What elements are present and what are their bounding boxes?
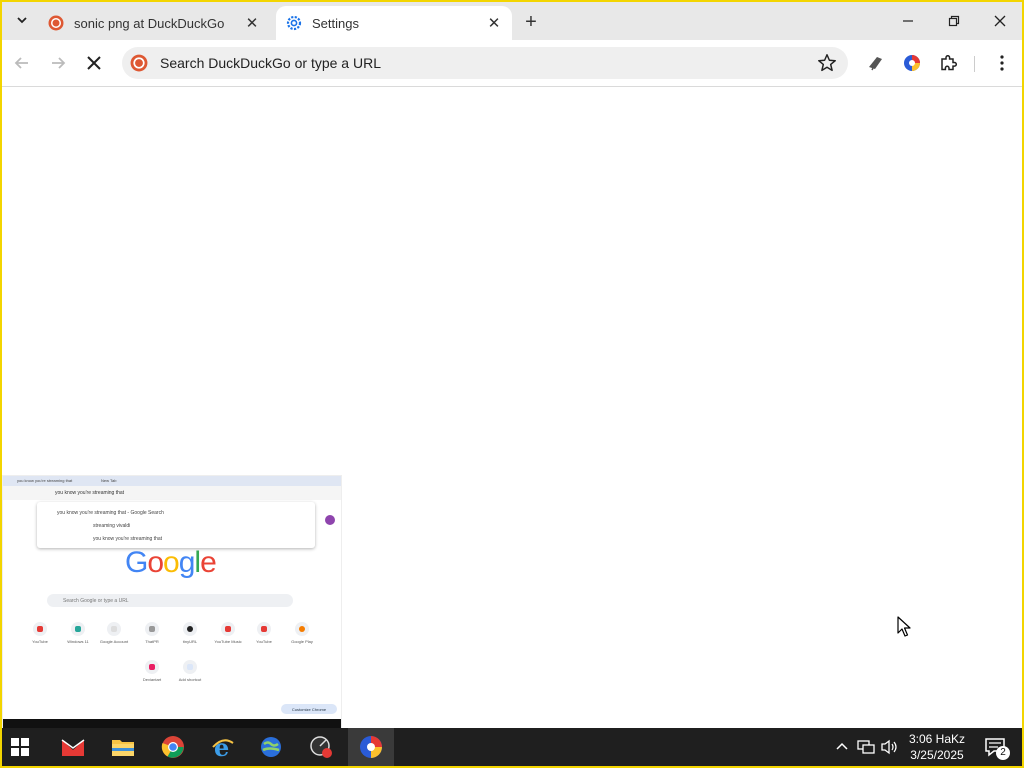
speaker-icon	[881, 739, 897, 755]
menu-button[interactable]	[990, 51, 1014, 75]
colorful-browser-icon	[360, 736, 382, 758]
thumbnail-shortcut: YouTube	[25, 622, 55, 644]
svg-text:e: e	[214, 735, 229, 759]
taskbar-file-explorer[interactable]	[108, 732, 138, 762]
thumbnail-customize-button: Customize Chrome	[281, 704, 337, 714]
browser-window: sonic png at DuckDuckGo ✕ Settings ✕ + S…	[2, 2, 1022, 766]
disk-app-icon	[310, 736, 332, 758]
thumbnail-shortcut: YouTube	[249, 622, 279, 644]
plus-icon: +	[525, 10, 537, 33]
extension-app-icon[interactable]	[900, 51, 924, 75]
volume-icon[interactable]	[880, 737, 900, 757]
taskbar-browser-active[interactable]	[348, 728, 394, 766]
thumbnail-shortcut: Deviantart	[137, 660, 167, 682]
duckduckgo-icon	[48, 15, 64, 31]
clock-date: 3/25/2025	[910, 748, 964, 762]
folder-icon	[112, 740, 134, 756]
windows-start-icon[interactable]	[10, 737, 30, 757]
mouse-cursor-icon	[897, 616, 911, 637]
taskbar-internet-explorer[interactable]: e	[208, 732, 238, 762]
back-button[interactable]	[8, 49, 36, 77]
thumbnail-tab-strip: you know you're streaming that New Tab	[3, 476, 341, 486]
close-window-button[interactable]	[978, 8, 1022, 34]
internet-explorer-icon: e	[212, 735, 234, 759]
chevron-down-icon	[17, 17, 27, 24]
minimize-button[interactable]	[886, 8, 930, 34]
chrome-icon	[161, 736, 184, 758]
forward-button[interactable]	[44, 49, 72, 77]
tab-duckduckgo[interactable]: sonic png at DuckDuckGo ✕	[38, 6, 270, 40]
minimize-icon	[903, 20, 913, 22]
toolbar-separator	[974, 56, 975, 72]
thumbnail-shortcut: ThatPR	[137, 622, 167, 644]
new-tab-button[interactable]: +	[518, 10, 544, 34]
thumbnail-shortcut: Windows 11	[63, 622, 93, 644]
address-bar[interactable]	[122, 47, 848, 79]
taskbar-chrome[interactable]	[158, 732, 188, 762]
more-vertical-icon	[1000, 55, 1004, 71]
restore-button[interactable]	[932, 8, 976, 34]
thumbnail-shortcut: tinyURL	[175, 622, 205, 644]
thumbnail-suggestion: streaming vivaldi	[93, 523, 131, 529]
show-hidden-icons-button[interactable]	[832, 737, 852, 757]
windows-taskbar: e 3:06 HaKz 3/25/2025 2	[2, 728, 1022, 766]
browser-toolbar	[2, 40, 1022, 87]
thumbnail-shortcut: Google Account	[99, 622, 129, 644]
settings-gear-icon	[286, 15, 302, 31]
address-input[interactable]	[158, 54, 802, 72]
puzzle-icon	[941, 54, 958, 71]
chevron-up-icon	[836, 742, 848, 750]
thumbnail-tab-label: New Tab	[101, 478, 117, 483]
thumbnail-shortcut: Google Play	[287, 622, 317, 644]
notification-count-badge: 2	[996, 746, 1010, 760]
extension-pin-icon[interactable]	[864, 51, 888, 75]
tab-title: Settings	[312, 15, 359, 31]
thumbnail-omnibox-text: you know you're streaming that	[55, 490, 125, 496]
globe-icon	[261, 737, 281, 757]
thumbnail-suggestion: you know you're streaming that	[93, 536, 163, 542]
forward-arrow-icon	[52, 57, 66, 69]
tab-settings[interactable]: Settings ✕	[276, 6, 512, 40]
colorful-extension-icon	[904, 55, 920, 71]
google-logo: Google	[125, 546, 217, 579]
tab-strip: sonic png at DuckDuckGo ✕ Settings ✕ +	[2, 2, 1022, 40]
bookmark-star-icon[interactable]	[816, 52, 838, 74]
close-icon	[994, 15, 1006, 27]
close-tab-icon[interactable]: ✕	[484, 13, 504, 33]
back-arrow-icon	[14, 57, 28, 69]
thumbnail-shortcut: YouTube Music	[213, 622, 243, 644]
network-icon[interactable]	[856, 737, 876, 757]
tab-search-button[interactable]	[10, 9, 34, 31]
thumbnail-search-placeholder: Search Google or type a URL	[63, 597, 129, 604]
thumbnail-toolbar: you know you're streaming that	[3, 486, 341, 500]
system-clock[interactable]: 3:06 HaKz 3/25/2025	[902, 731, 972, 763]
clock-time: 3:06 HaKz	[908, 732, 966, 746]
thumbnail-suggestions-dropdown: you know you're streaming that - Google …	[37, 502, 315, 548]
extensions-button[interactable]	[936, 51, 960, 75]
thumbnail-shortcut: Add shortcut	[175, 660, 205, 682]
taskbar-app-red[interactable]	[58, 732, 88, 762]
thumbnail-avatar	[325, 515, 335, 525]
stop-loading-button[interactable]	[80, 49, 108, 77]
thumbnail-search-box: Search Google or type a URL	[47, 594, 293, 607]
app-icon	[61, 739, 85, 756]
network-icon	[857, 740, 875, 754]
taskbar-disk-app[interactable]	[306, 732, 336, 762]
screenshot-thumbnail[interactable]: you know you're streaming that New Tab y…	[2, 475, 342, 732]
tab-title: sonic png at DuckDuckGo	[74, 15, 225, 31]
thumbnail-suggestion: you know you're streaming that - Google …	[57, 510, 164, 516]
taskbar-globe-app[interactable]	[256, 732, 286, 762]
stop-icon	[87, 56, 101, 70]
restore-icon	[948, 15, 960, 27]
duckduckgo-icon	[130, 54, 148, 72]
pin-icon	[869, 57, 882, 71]
thumbnail-tab-label: you know you're streaming that	[17, 478, 73, 483]
close-tab-icon[interactable]: ✕	[242, 13, 262, 33]
